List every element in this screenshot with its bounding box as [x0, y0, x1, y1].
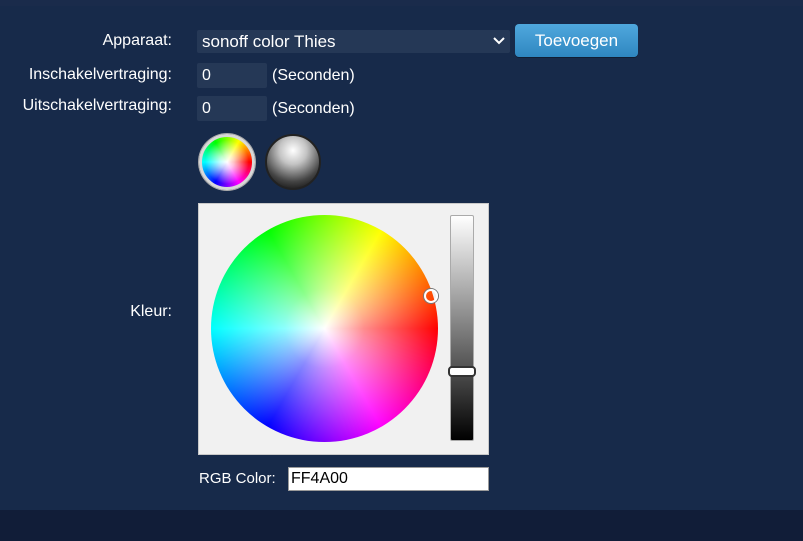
color-label: Kleur:: [130, 303, 172, 320]
on-delay-unit: (Seconden): [272, 67, 355, 84]
rgb-label: RGB Color:: [199, 470, 276, 487]
brightness-slider-handle[interactable]: [448, 365, 476, 377]
color-wheel[interactable]: [211, 215, 438, 442]
rgb-input[interactable]: FF4A00: [288, 467, 489, 491]
on-delay-input[interactable]: 0: [197, 63, 267, 88]
color-wheel-handle[interactable]: [424, 289, 438, 303]
off-delay-unit: (Seconden): [272, 100, 355, 117]
off-delay-label: Uitschakelvertraging:: [22, 97, 172, 114]
footer-bar: [0, 510, 803, 541]
brightness-slider[interactable]: [450, 215, 474, 441]
device-label: Apparaat:: [102, 32, 172, 49]
device-select-value: sonoff color Thies: [202, 32, 336, 51]
white-mode-icon[interactable]: [265, 134, 321, 190]
on-delay-label: Inschakelvertraging:: [28, 66, 172, 83]
color-picker: [198, 203, 489, 455]
add-button[interactable]: Toevoegen: [515, 24, 638, 57]
off-delay-input[interactable]: 0: [197, 96, 267, 121]
device-select[interactable]: sonoff color Thies: [197, 30, 510, 53]
chevron-down-icon: [493, 37, 505, 45]
color-wheel-mode-icon[interactable]: [199, 134, 255, 190]
